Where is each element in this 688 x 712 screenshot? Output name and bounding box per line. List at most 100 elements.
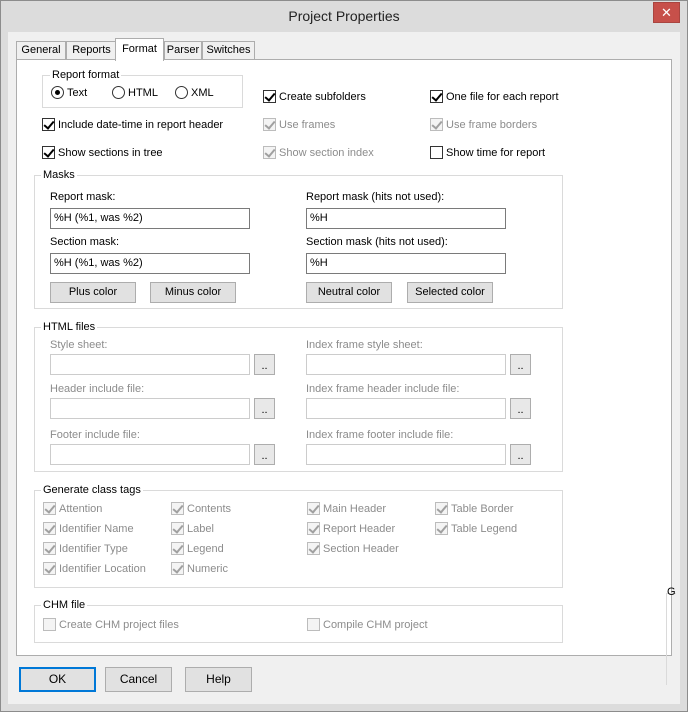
masks-title: Masks [41, 169, 77, 181]
tag-legend-box[interactable] [171, 541, 184, 555]
title-bar[interactable]: Project Properties ✕ [1, 1, 687, 32]
show-time-label: Show time for report [446, 147, 546, 159]
show-section-index-checkbox[interactable]: Show section index [263, 145, 374, 161]
tab-format[interactable]: Format [115, 38, 164, 61]
show-time-box[interactable] [430, 145, 443, 159]
show-sections-tree-label: Show sections in tree [58, 147, 163, 159]
one-file-each-report-box[interactable] [430, 89, 443, 103]
include-datetime-box[interactable] [42, 117, 55, 131]
index-footer-include-browse-button[interactable]: .. [510, 444, 531, 465]
tag-report-header-checkbox[interactable]: Report Header [307, 521, 396, 537]
section-mask-nohits-input[interactable]: %H [306, 253, 506, 274]
use-frame-borders-label: Use frame borders [446, 119, 538, 131]
radio-xml[interactable]: XML [175, 85, 214, 101]
radio-xml-label: XML [191, 87, 214, 99]
radio-html-label: HTML [128, 87, 158, 99]
tag-contents-checkbox[interactable]: Contents [171, 501, 231, 517]
show-sections-tree-box[interactable] [42, 145, 55, 159]
create-subfolders-checkbox[interactable]: Create subfolders [263, 89, 366, 105]
style-sheet-label: Style sheet: [50, 339, 108, 351]
index-style-sheet-browse-button[interactable]: .. [510, 354, 531, 375]
tag-table-border-checkbox[interactable]: Table Border [435, 501, 513, 517]
header-include-input[interactable] [50, 398, 250, 419]
report-mask-nohits-label: Report mask (hits not used): [306, 191, 445, 203]
index-header-include-label: Index frame header include file: [306, 383, 460, 395]
tag-label-checkbox[interactable]: Label [171, 521, 214, 537]
close-icon[interactable]: ✕ [653, 2, 680, 23]
index-style-sheet-input[interactable] [306, 354, 506, 375]
tab-parser[interactable]: Parser [164, 41, 202, 60]
tag-identifier-type-checkbox[interactable]: Identifier Type [43, 541, 128, 557]
tag-identifier-location-box[interactable] [43, 561, 56, 575]
ok-button[interactable]: OK [19, 667, 96, 692]
tag-main-header-box[interactable] [307, 501, 320, 515]
tag-attention-box[interactable] [43, 501, 56, 515]
show-sections-tree-checkbox[interactable]: Show sections in tree [42, 145, 163, 161]
use-frames-checkbox[interactable]: Use frames [263, 117, 335, 133]
tag-main-header-checkbox[interactable]: Main Header [307, 501, 386, 517]
use-frame-borders-checkbox[interactable]: Use frame borders [430, 117, 538, 133]
report-mask-input[interactable]: %H (%1, was %2) [50, 208, 250, 229]
neutral-color-button[interactable]: Neutral color [306, 282, 392, 303]
radio-html[interactable]: HTML [112, 85, 158, 101]
window-title: Project Properties [288, 8, 400, 24]
footer-include-browse-button[interactable]: .. [254, 444, 275, 465]
tag-attention-checkbox[interactable]: Attention [43, 501, 102, 517]
tag-identifier-name-checkbox[interactable]: Identifier Name [43, 521, 134, 537]
section-mask-nohits-label: Section mask (hits not used): [306, 236, 448, 248]
show-time-checkbox[interactable]: Show time for report [430, 145, 546, 161]
html-files-title: HTML files [41, 321, 98, 333]
index-header-include-browse-button[interactable]: .. [510, 398, 531, 419]
show-section-index-box[interactable] [263, 145, 276, 159]
index-footer-include-input[interactable] [306, 444, 506, 465]
footer-include-label: Footer include file: [50, 429, 140, 441]
use-frames-box[interactable] [263, 117, 276, 131]
compile-chm-checkbox[interactable]: Compile CHM project [307, 617, 428, 633]
tab-general[interactable]: General [16, 41, 66, 60]
tag-table-legend-box[interactable] [435, 521, 448, 535]
create-subfolders-box[interactable] [263, 89, 276, 103]
minus-color-button[interactable]: Minus color [150, 282, 236, 303]
style-sheet-browse-button[interactable]: .. [254, 354, 275, 375]
use-frame-borders-box[interactable] [430, 117, 443, 131]
one-file-each-report-checkbox[interactable]: One file for each report [430, 89, 559, 105]
cancel-button[interactable]: Cancel [105, 667, 172, 692]
header-include-browse-button[interactable]: .. [254, 398, 275, 419]
tag-label-label: Label [187, 523, 214, 535]
report-mask-nohits-input[interactable]: %H [306, 208, 506, 229]
create-chm-checkbox[interactable]: Create CHM project files [43, 617, 179, 633]
tag-numeric-checkbox[interactable]: Numeric [171, 561, 228, 577]
tag-report-header-box[interactable] [307, 521, 320, 535]
radio-xml-indicator[interactable] [175, 85, 188, 99]
tag-table-border-box[interactable] [435, 501, 448, 515]
tag-identifier-type-box[interactable] [43, 541, 56, 555]
tag-label-box[interactable] [171, 521, 184, 535]
compile-chm-box[interactable] [307, 617, 320, 631]
tag-identifier-location-checkbox[interactable]: Identifier Location [43, 561, 146, 577]
index-header-include-input[interactable] [306, 398, 506, 419]
tag-table-legend-checkbox[interactable]: Table Legend [435, 521, 517, 537]
plus-color-button[interactable]: Plus color [50, 282, 136, 303]
radio-html-indicator[interactable] [112, 85, 125, 99]
tag-legend-checkbox[interactable]: Legend [171, 541, 224, 557]
create-chm-box[interactable] [43, 617, 56, 631]
tab-switches[interactable]: Switches [202, 41, 255, 60]
tag-main-header-label: Main Header [323, 503, 386, 515]
include-datetime-checkbox[interactable]: Include date-time in report header [42, 117, 223, 133]
radio-text[interactable]: Text [51, 85, 87, 101]
tag-numeric-box[interactable] [171, 561, 184, 575]
tab-reports[interactable]: Reports [66, 41, 117, 60]
help-button[interactable]: Help [185, 667, 252, 692]
format-tab-page: Report format Text HTML XML Create subfo… [16, 59, 676, 685]
radio-text-indicator[interactable] [51, 85, 64, 99]
footer-include-input[interactable] [50, 444, 250, 465]
tag-identifier-location-label: Identifier Location [59, 563, 146, 575]
tag-report-header-label: Report Header [323, 523, 396, 535]
tag-section-header-checkbox[interactable]: Section Header [307, 541, 399, 557]
tag-section-header-box[interactable] [307, 541, 320, 555]
tag-contents-box[interactable] [171, 501, 184, 515]
style-sheet-input[interactable] [50, 354, 250, 375]
selected-color-button[interactable]: Selected color [407, 282, 493, 303]
tag-identifier-name-box[interactable] [43, 521, 56, 535]
section-mask-input[interactable]: %H (%1, was %2) [50, 253, 250, 274]
